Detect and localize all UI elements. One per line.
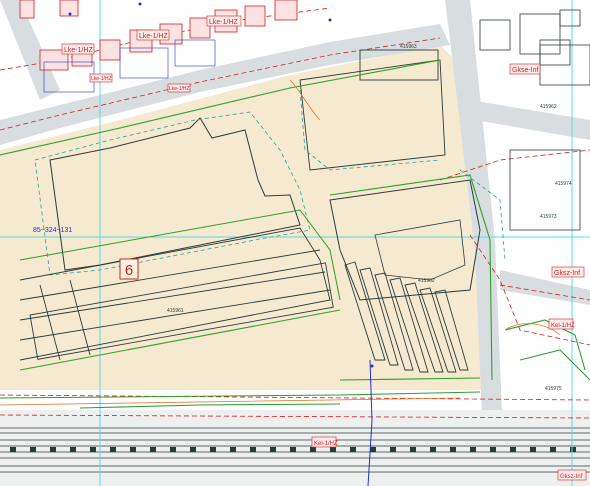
- zoning-label: Lke-1/HZ: [209, 19, 239, 26]
- parcel-code-ne: 415962: [540, 104, 557, 110]
- zoning-label: Lke-1/HZ: [169, 86, 190, 92]
- zoning-label: Lke-1/HZ: [91, 76, 112, 82]
- coordinate-line-label: 85~324~131: [33, 227, 72, 234]
- zoning-label: Lke-1/HZ: [139, 33, 169, 40]
- cadastral-map: 6 85~324~131 415961 415963 415962 415962…: [0, 0, 590, 486]
- zone-number-label: 6: [125, 262, 133, 279]
- parcel-code-east-3: 415974: [555, 181, 572, 187]
- parcel-code-north: 415963: [400, 44, 417, 50]
- zoning-label: Gkse-Inf: [512, 67, 539, 74]
- parcel-code-east-2: 415973: [540, 214, 557, 220]
- zoning-label: Gksz-Inf: [560, 474, 583, 480]
- zone-number-marker[interactable]: 6: [119, 258, 139, 280]
- zoning-label: Kel-1/HZ: [551, 323, 575, 329]
- zoning-label: Kel-1/HZ: [314, 441, 338, 447]
- parcel-code-east-4: 415975: [545, 386, 562, 392]
- zoning-label: Gksz-Inf: [554, 270, 580, 277]
- parcel-code-east: 415962: [418, 278, 435, 284]
- map-canvas[interactable]: 6 85~324~131 415961 415963 415962 415962…: [0, 0, 590, 486]
- parcel-code-main: 415961: [167, 308, 184, 314]
- zoning-label: Lke-1/HZ: [64, 47, 94, 54]
- railway-sleepers: [10, 447, 576, 452]
